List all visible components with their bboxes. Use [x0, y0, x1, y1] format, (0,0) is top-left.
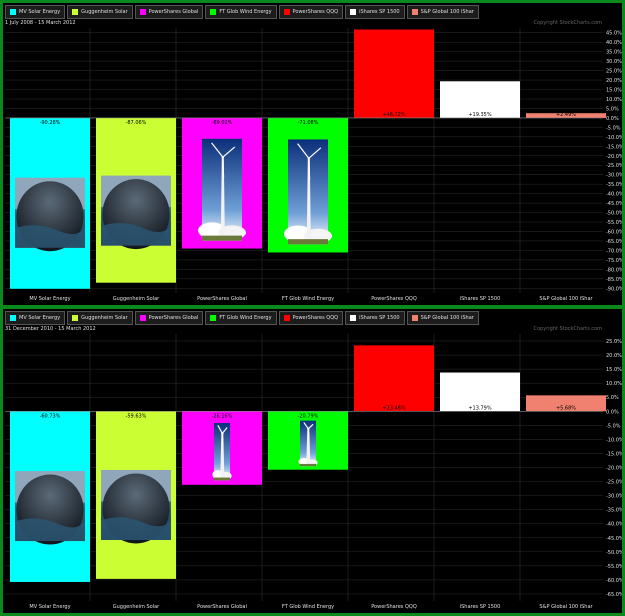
y-tick-label: -30.0% [606, 173, 622, 179]
y-tick-label: 25.0% [606, 69, 622, 75]
y-tick-label: -70.0% [606, 248, 622, 254]
y-tick-label: 25.0% [606, 339, 622, 345]
value-label: -69.02% [212, 120, 233, 126]
y-tick-label: -20.0% [606, 466, 622, 472]
value-label: +5.68% [556, 405, 576, 411]
y-tick-label: 35.0% [606, 50, 622, 56]
y-tick-label: -15.0% [606, 144, 622, 150]
category-label: PowerShares Global [197, 604, 247, 610]
y-tick-label: -35.0% [606, 508, 622, 514]
value-label: -87.06% [126, 120, 147, 126]
y-tick-label: 5.0% [606, 106, 619, 112]
chart-panel: MV Solar Energy Guggenheim Solar PowerShar… [3, 3, 622, 305]
y-tick-label: -65.0% [606, 592, 622, 598]
y-tick-label: 20.0% [606, 78, 622, 84]
y-tick-label: 15.0% [606, 367, 622, 373]
y-tick-label: -50.0% [606, 211, 622, 217]
category-label: Guggenheim Solar [113, 604, 160, 610]
solar-image [101, 175, 171, 250]
y-tick-label: -10.0% [606, 437, 622, 443]
y-tick-label: -40.0% [606, 192, 622, 198]
y-tick-label: -25.0% [606, 163, 622, 169]
value-label: -90.28% [40, 120, 61, 126]
y-tick-label: -5.0% [606, 423, 621, 429]
y-tick-label: -90.0% [606, 286, 622, 292]
y-tick-label: -45.0% [606, 536, 622, 542]
category-label: FT Glob Wind Energy [282, 296, 334, 302]
y-tick-label: -45.0% [606, 201, 622, 207]
value-label: +13.79% [468, 405, 492, 411]
category-label: S&P Global 100 iShar [539, 296, 593, 302]
y-tick-label: 10.0% [606, 97, 622, 103]
category-label: PowerShares Global [197, 296, 247, 302]
solar-image [101, 469, 171, 544]
wind-turbine-image [212, 423, 232, 481]
y-tick-label: -85.0% [606, 277, 622, 283]
y-tick-label: -55.0% [606, 564, 622, 570]
category-label: iShares SP 1500 [460, 604, 501, 610]
y-tick-label: -40.0% [606, 522, 622, 528]
bar-chart: 45.0% 40.0% 35.0% 30.0% 25.0% 20.0% 15.0% 10.0%… [5, 28, 622, 302]
bar [354, 29, 434, 118]
category-label: FT Glob Wind Energy [282, 604, 334, 610]
y-tick-label: 40.0% [606, 40, 622, 46]
wind-turbine-image [298, 420, 318, 467]
value-label: -71.08% [298, 120, 319, 126]
y-tick-label: -60.0% [606, 578, 622, 584]
category-label: PowerShares QQQ [371, 604, 417, 610]
y-tick-label: -35.0% [606, 182, 622, 188]
y-tick-label: 45.0% [606, 31, 622, 37]
y-tick-label: 0.0% [606, 409, 619, 415]
value-label: +2.49% [556, 112, 576, 118]
y-tick-label: -25.0% [606, 480, 622, 486]
wind-turbine-image [284, 139, 332, 245]
y-tick-label: -5.0% [606, 125, 621, 131]
bar [354, 345, 434, 412]
y-tick-label: -20.0% [606, 154, 622, 160]
y-tick-label: 0.0% [606, 116, 619, 122]
value-label: +46.72% [382, 112, 406, 118]
bar-chart: 25.0% 20.0% 15.0% 10.0% 5.0% 0.0% -5.0% -10.0% -… [5, 334, 622, 610]
value-label: +23.46% [382, 405, 406, 411]
y-tick-label: 30.0% [606, 59, 622, 65]
category-label: Guggenheim Solar [113, 296, 160, 302]
category-label: MV Solar Energy [29, 604, 70, 610]
y-tick-label: -65.0% [606, 239, 622, 245]
y-tick-label: 10.0% [606, 381, 622, 387]
value-label: -59.63% [126, 413, 147, 419]
y-tick-label: -75.0% [606, 258, 622, 264]
y-tick-label: -10.0% [606, 135, 622, 141]
value-label: -20.79% [298, 413, 319, 419]
y-tick-label: -15.0% [606, 451, 622, 457]
y-tick-label: 15.0% [606, 88, 622, 94]
value-label: -26.16% [212, 413, 233, 419]
y-tick-label: -60.0% [606, 229, 622, 235]
solar-image [15, 177, 85, 252]
chart-panel: MV Solar Energy Guggenheim Solar PowerShar… [3, 309, 622, 613]
y-tick-label: 5.0% [606, 395, 619, 401]
y-tick-label: -80.0% [606, 267, 622, 273]
y-tick-label: -30.0% [606, 494, 622, 500]
value-label: +19.35% [468, 112, 492, 118]
y-tick-label: -50.0% [606, 550, 622, 556]
value-label: -60.73% [40, 413, 61, 419]
category-label: MV Solar Energy [29, 296, 70, 302]
wind-turbine-image [198, 138, 246, 241]
category-label: S&P Global 100 iShar [539, 604, 593, 610]
category-label: iShares SP 1500 [460, 296, 501, 302]
y-tick-label: 20.0% [606, 353, 622, 359]
y-tick-label: -55.0% [606, 220, 622, 226]
solar-image [15, 471, 85, 545]
category-label: PowerShares QQQ [371, 296, 417, 302]
